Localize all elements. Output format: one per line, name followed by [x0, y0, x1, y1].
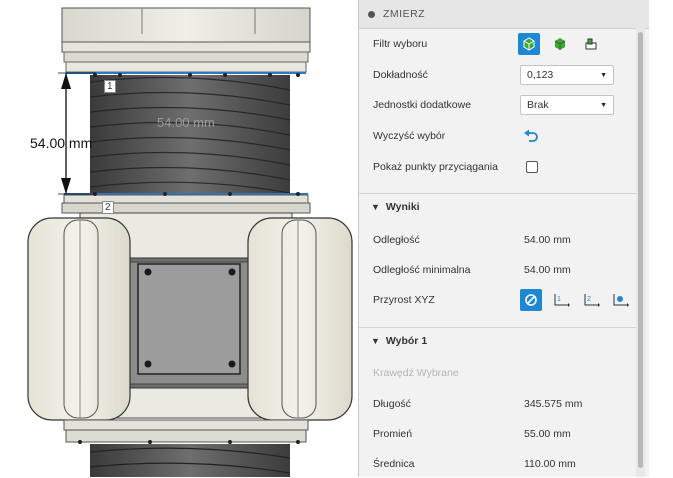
panel-header[interactable]: ZMIERZ	[359, 0, 649, 29]
precision-select[interactable]: 0,123 ▼	[520, 65, 614, 85]
filter-face-icon[interactable]	[549, 33, 571, 55]
filter-point-icon[interactable]	[580, 33, 602, 55]
length-value: 345.575 mm	[524, 398, 583, 410]
min-distance-value: 54.00 mm	[524, 264, 571, 276]
collapse-triangle-icon: ▼	[371, 336, 380, 346]
xyz-delta-row: Przyrost XYZ 1 2	[359, 286, 635, 314]
snap-points-row: Pokaż punkty przyciągania	[359, 153, 635, 181]
min-distance-label: Odległość minimalna	[373, 264, 471, 276]
svg-text:2: 2	[587, 296, 591, 303]
diameter-value: 110.00 mm	[524, 458, 576, 470]
filter-body-icon[interactable]	[518, 33, 540, 55]
snap-points-label: Pokaż punkty przyciągania	[373, 161, 498, 173]
precision-row: Dokładność 0,123 ▼	[359, 61, 635, 89]
panel-title: ZMIERZ	[383, 8, 426, 20]
selection1-heading: Wybór 1	[385, 335, 428, 347]
radius-value: 55.00 mm	[524, 428, 571, 440]
xyz-delta-label: Przyrost XYZ	[373, 294, 435, 306]
xyz-delta-vector-button[interactable]	[609, 289, 631, 311]
selection-filter-row: Filtr wyboru	[359, 30, 635, 58]
measure-panel: ZMIERZ Filtr wyboru Dokładność 0,123 ▼ J…	[358, 0, 649, 477]
results-heading: Wyniki	[385, 201, 420, 213]
distance-label: Odległość	[373, 234, 420, 246]
radius-label: Promień	[373, 428, 413, 440]
radius-row: Promień 55.00 mm	[359, 420, 635, 448]
diameter-label: Średnica	[373, 458, 415, 470]
xyz-none-button[interactable]	[520, 289, 542, 311]
axis-delta-icon: 2	[584, 294, 600, 307]
length-label: Długość	[373, 398, 411, 410]
distance-value: 54.00 mm	[524, 234, 571, 246]
cad-model	[27, 7, 353, 477]
precision-label: Dokładność	[373, 69, 428, 81]
clear-selection-label: Wyczyść wybór	[373, 130, 446, 142]
svg-text:1: 1	[557, 296, 561, 303]
xyz-delta-1-button[interactable]: 1	[550, 289, 572, 311]
units-select[interactable]: Brak ▼	[520, 95, 614, 115]
collapse-triangle-icon: ▼	[371, 202, 380, 212]
selection1-status-row: Krawędź Wybrane	[359, 359, 635, 387]
panel-scrollbar-thumb[interactable]	[638, 32, 643, 468]
clear-selection-row: Wyczyść wybór	[359, 122, 635, 150]
xyz-delta-2-button[interactable]: 2	[580, 289, 602, 311]
selection1-status: Krawędź Wybrane	[373, 367, 459, 379]
selection-filter-label: Filtr wyboru	[373, 38, 428, 50]
selection1-section-header[interactable]: ▼ Wybór 1	[359, 327, 637, 354]
panel-collapse-dot-icon[interactable]	[368, 10, 375, 18]
diameter-row: Średnica 110.00 mm	[359, 450, 635, 478]
undo-icon	[524, 129, 538, 142]
length-row: Długość 345.575 mm	[359, 390, 635, 418]
chevron-down-icon: ▼	[600, 71, 607, 79]
units-row: Jednostki dodatkowe Brak ▼	[359, 91, 635, 119]
point-marker-2[interactable]: 2	[102, 201, 114, 214]
units-value: Brak	[527, 99, 549, 111]
chevron-down-icon: ▼	[600, 101, 607, 109]
ghost-dimension-label: 54.00 mm	[157, 115, 215, 130]
dimension-label: 54.00 mm	[30, 135, 93, 151]
min-distance-row: Odległość minimalna 54.00 mm	[359, 256, 635, 284]
units-label: Jednostki dodatkowe	[373, 99, 472, 111]
axis-delta-icon: 1	[554, 294, 570, 307]
vector-delta-icon	[613, 294, 629, 307]
point-marker-1[interactable]: 1	[104, 80, 116, 93]
distance-row: Odległość 54.00 mm	[359, 226, 635, 254]
no-delta-icon	[525, 294, 537, 306]
snap-points-checkbox[interactable]	[526, 161, 538, 173]
precision-value: 0,123	[527, 69, 554, 81]
clear-selection-button[interactable]	[520, 125, 542, 147]
results-section-header[interactable]: ▼ Wyniki	[359, 193, 637, 220]
model-viewport[interactable]: 54.00 mm 54.00 mm 1 2	[0, 0, 358, 477]
